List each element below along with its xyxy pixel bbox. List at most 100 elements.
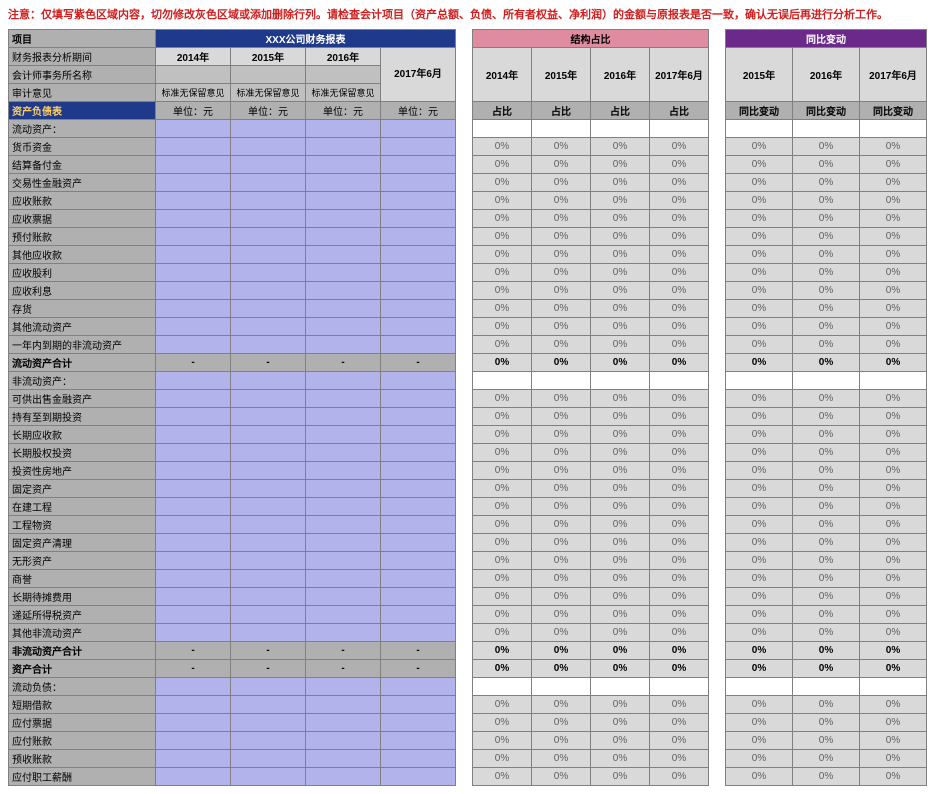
value-cell[interactable] <box>306 138 381 156</box>
value-cell[interactable] <box>306 174 381 192</box>
value-cell[interactable] <box>156 318 231 336</box>
value-cell[interactable] <box>231 624 306 642</box>
value-cell[interactable] <box>156 210 231 228</box>
value-cell[interactable] <box>156 300 231 318</box>
value-cell[interactable] <box>381 750 456 768</box>
value-cell[interactable] <box>381 390 456 408</box>
value-cell[interactable] <box>231 228 306 246</box>
value-cell[interactable] <box>381 138 456 156</box>
value-cell[interactable] <box>231 264 306 282</box>
value-cell[interactable] <box>381 462 456 480</box>
value-cell[interactable] <box>231 444 306 462</box>
value-cell[interactable] <box>231 156 306 174</box>
value-cell[interactable] <box>156 462 231 480</box>
value-cell[interactable] <box>306 480 381 498</box>
value-cell[interactable] <box>381 300 456 318</box>
value-cell[interactable] <box>156 696 231 714</box>
value-cell[interactable] <box>156 228 231 246</box>
value-cell[interactable] <box>306 750 381 768</box>
value-cell[interactable] <box>156 174 231 192</box>
value-cell[interactable] <box>156 570 231 588</box>
value-cell[interactable] <box>306 156 381 174</box>
value-cell[interactable] <box>381 282 456 300</box>
value-cell[interactable] <box>231 570 306 588</box>
value-cell[interactable] <box>231 606 306 624</box>
value-cell[interactable] <box>231 246 306 264</box>
value-cell[interactable] <box>306 534 381 552</box>
value-cell[interactable] <box>306 390 381 408</box>
value-cell[interactable] <box>381 696 456 714</box>
value-cell[interactable] <box>231 390 306 408</box>
value-cell[interactable] <box>306 426 381 444</box>
value-cell[interactable] <box>306 732 381 750</box>
value-cell[interactable] <box>156 192 231 210</box>
value-cell[interactable] <box>306 228 381 246</box>
value-cell[interactable] <box>231 588 306 606</box>
value-cell[interactable] <box>381 714 456 732</box>
value-cell[interactable] <box>306 246 381 264</box>
value-cell[interactable] <box>231 516 306 534</box>
value-cell[interactable] <box>306 444 381 462</box>
value-cell[interactable] <box>306 300 381 318</box>
value-cell[interactable] <box>156 264 231 282</box>
value-cell[interactable] <box>156 138 231 156</box>
value-cell[interactable] <box>381 588 456 606</box>
value-cell[interactable] <box>306 462 381 480</box>
value-cell[interactable] <box>381 516 456 534</box>
value-cell[interactable] <box>156 444 231 462</box>
value-cell[interactable] <box>231 498 306 516</box>
value-cell[interactable] <box>381 336 456 354</box>
value-cell[interactable] <box>156 768 231 786</box>
value-cell[interactable] <box>156 246 231 264</box>
value-cell[interactable] <box>231 408 306 426</box>
value-cell[interactable] <box>156 426 231 444</box>
value-cell[interactable] <box>156 498 231 516</box>
value-cell[interactable] <box>381 444 456 462</box>
value-cell[interactable] <box>381 426 456 444</box>
value-cell[interactable] <box>306 210 381 228</box>
value-cell[interactable] <box>381 570 456 588</box>
value-cell[interactable] <box>306 588 381 606</box>
value-cell[interactable] <box>381 534 456 552</box>
firm-input-2015[interactable] <box>231 66 306 84</box>
value-cell[interactable] <box>306 696 381 714</box>
value-cell[interactable] <box>381 408 456 426</box>
value-cell[interactable] <box>231 336 306 354</box>
value-cell[interactable] <box>381 480 456 498</box>
value-cell[interactable] <box>306 624 381 642</box>
value-cell[interactable] <box>231 750 306 768</box>
value-cell[interactable] <box>306 768 381 786</box>
value-cell[interactable] <box>381 192 456 210</box>
value-cell[interactable] <box>231 426 306 444</box>
value-cell[interactable] <box>231 138 306 156</box>
value-cell[interactable] <box>306 192 381 210</box>
value-cell[interactable] <box>231 732 306 750</box>
value-cell[interactable] <box>156 480 231 498</box>
value-cell[interactable] <box>381 552 456 570</box>
value-cell[interactable] <box>231 282 306 300</box>
value-cell[interactable] <box>156 624 231 642</box>
value-cell[interactable] <box>156 156 231 174</box>
value-cell[interactable] <box>381 156 456 174</box>
value-cell[interactable] <box>306 570 381 588</box>
value-cell[interactable] <box>306 336 381 354</box>
value-cell[interactable] <box>381 606 456 624</box>
value-cell[interactable] <box>306 282 381 300</box>
firm-input-2016[interactable] <box>306 66 381 84</box>
value-cell[interactable] <box>381 732 456 750</box>
value-cell[interactable] <box>381 210 456 228</box>
value-cell[interactable] <box>231 480 306 498</box>
value-cell[interactable] <box>156 534 231 552</box>
value-cell[interactable] <box>156 282 231 300</box>
value-cell[interactable] <box>306 714 381 732</box>
value-cell[interactable] <box>231 318 306 336</box>
value-cell[interactable] <box>156 516 231 534</box>
value-cell[interactable] <box>156 552 231 570</box>
value-cell[interactable] <box>381 624 456 642</box>
value-cell[interactable] <box>156 714 231 732</box>
value-cell[interactable] <box>381 228 456 246</box>
value-cell[interactable] <box>156 606 231 624</box>
value-cell[interactable] <box>231 714 306 732</box>
value-cell[interactable] <box>231 462 306 480</box>
value-cell[interactable] <box>156 750 231 768</box>
